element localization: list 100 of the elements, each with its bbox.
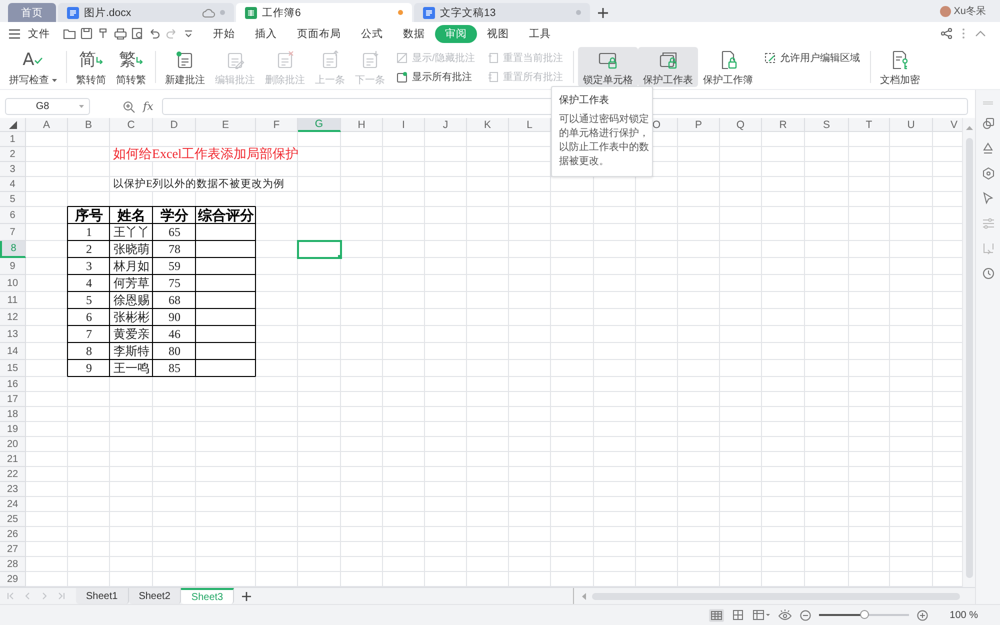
ribbon-tab[interactable]: 数据 — [393, 24, 435, 42]
column-header[interactable]: K — [467, 118, 509, 132]
ribbon-tab[interactable]: 页面布局 — [287, 24, 351, 42]
column-header[interactable]: V — [933, 118, 962, 132]
select-all-icon[interactable] — [8, 120, 16, 128]
collapse-icon[interactable] — [975, 30, 986, 37]
column-header[interactable]: T — [849, 118, 890, 132]
page-view-icon[interactable] — [752, 609, 770, 621]
column-header[interactable]: R — [762, 118, 805, 132]
row-header[interactable]: 18 — [0, 407, 26, 422]
normal-view-icon[interactable] — [708, 608, 724, 622]
column-header[interactable]: F — [256, 118, 298, 132]
column-header[interactable]: J — [425, 118, 467, 132]
ribbon-tab[interactable]: 视图 — [477, 24, 519, 42]
row-header[interactable]: 19 — [0, 422, 26, 437]
column-header[interactable]: B — [68, 118, 110, 132]
row-header[interactable]: 23 — [0, 482, 26, 497]
ribbon-button[interactable]: 文档加密 — [874, 47, 925, 87]
ribbon-tab[interactable]: 公式 — [351, 24, 393, 42]
scroll-left-icon[interactable] — [582, 592, 586, 600]
column-header[interactable]: E — [196, 118, 256, 132]
ribbon-tab[interactable]: 工具 — [519, 24, 561, 42]
document-tab[interactable]: 工作簿6 — [236, 3, 412, 22]
row-header[interactable]: 2 — [0, 147, 26, 162]
column-header[interactable]: S — [805, 118, 849, 132]
ribbon-button[interactable]: 保护工作表 — [638, 47, 698, 87]
undo-icon[interactable] — [148, 27, 161, 40]
ribbon-tab[interactable]: 审阅 — [435, 24, 477, 42]
file-menu[interactable]: 文件 — [24, 24, 54, 42]
shapes-icon[interactable] — [982, 117, 994, 130]
row-header[interactable]: 9 — [0, 258, 26, 275]
page-break-view-icon[interactable] — [732, 609, 744, 621]
ribbon-tab[interactable]: 插入 — [245, 24, 287, 42]
row-header[interactable]: 29 — [0, 572, 26, 587]
eye-icon[interactable] — [778, 609, 792, 621]
column-header[interactable]: Q — [720, 118, 762, 132]
document-tab[interactable]: 首页 — [8, 3, 56, 22]
zoom-icon[interactable] — [123, 100, 135, 112]
handle-icon[interactable] — [983, 101, 993, 105]
row-header[interactable]: 5 — [0, 192, 26, 207]
ribbon-button[interactable]: 繁 简转繁 — [111, 47, 151, 87]
slider-thumb[interactable] — [860, 610, 869, 619]
ribbon-tab[interactable]: 开始 — [203, 24, 245, 42]
ribbon-button[interactable]: A 拼写检查 — [4, 47, 62, 87]
ribbon-button[interactable]: 新建批注 — [160, 47, 210, 87]
row-header[interactable]: 10 — [0, 275, 26, 292]
row-header[interactable]: 11 — [0, 292, 26, 309]
zoom-out-icon[interactable] — [800, 610, 811, 620]
history-icon[interactable] — [982, 267, 994, 280]
document-tab[interactable]: 图片.docx — [58, 3, 234, 22]
row-header[interactable]: 22 — [0, 467, 26, 482]
row-header[interactable]: 1 — [0, 132, 26, 147]
row-header[interactable]: 25 — [0, 512, 26, 527]
document-tab[interactable]: 文字文稿13 — [414, 3, 590, 22]
column-header[interactable]: P — [678, 118, 720, 132]
name-box[interactable]: G8 — [5, 98, 90, 115]
row-header[interactable]: 12 — [0, 309, 26, 326]
select-all-button[interactable] — [0, 118, 26, 132]
menu-icon[interactable] — [9, 28, 20, 38]
ribbon-button[interactable]: 锁定单元格 — [578, 47, 638, 87]
print-icon[interactable] — [114, 27, 127, 40]
column-header[interactable]: L — [509, 118, 551, 132]
more-icon[interactable] — [962, 28, 965, 39]
row-header[interactable]: 6 — [0, 207, 26, 224]
row-header[interactable]: 13 — [0, 326, 26, 343]
column-header[interactable]: I — [383, 118, 425, 132]
row-header[interactable]: 4 — [0, 177, 26, 192]
share-icon[interactable] — [941, 28, 952, 39]
sheet-tab[interactable]: Sheet1 — [76, 588, 129, 604]
plus-icon[interactable] — [598, 8, 608, 18]
row-header[interactable]: 21 — [0, 452, 26, 467]
column-header[interactable]: G — [298, 118, 341, 132]
row-header[interactable]: 8 — [0, 241, 26, 258]
sheet-tab[interactable]: Sheet3 — [181, 588, 234, 604]
row-header[interactable]: 14 — [0, 343, 26, 360]
row-header[interactable]: 17 — [0, 392, 26, 407]
avatar[interactable] — [940, 6, 951, 16]
sliders-icon[interactable] — [982, 217, 994, 230]
sheet-tab[interactable]: Sheet2 — [128, 588, 182, 604]
row-header[interactable]: 26 — [0, 527, 26, 542]
cursor-icon[interactable] — [982, 192, 994, 205]
scroll-up-icon[interactable] — [966, 126, 973, 130]
row-header[interactable]: 3 — [0, 162, 26, 177]
hexagon-icon[interactable] — [982, 167, 994, 180]
row-header[interactable]: 27 — [0, 542, 26, 557]
preview-icon[interactable] — [131, 27, 144, 40]
function-button[interactable]: fx — [143, 100, 154, 113]
column-header[interactable]: A — [26, 118, 68, 132]
column-header[interactable]: H — [341, 118, 383, 132]
ribbon-button[interactable]: 保护工作簿 — [698, 47, 758, 87]
row-header[interactable]: 28 — [0, 557, 26, 572]
fill-icon[interactable] — [982, 142, 994, 155]
row-header[interactable]: 16 — [0, 377, 26, 392]
row-header[interactable]: 20 — [0, 437, 26, 452]
row-header[interactable]: 24 — [0, 497, 26, 512]
scroll-thumb[interactable] — [966, 138, 973, 578]
row-header[interactable]: 15 — [0, 360, 26, 377]
add-sheet-icon[interactable] — [242, 592, 252, 600]
row-header[interactable]: 7 — [0, 224, 26, 241]
ribbon-button[interactable]: 允许用户编辑区域 — [760, 50, 864, 66]
